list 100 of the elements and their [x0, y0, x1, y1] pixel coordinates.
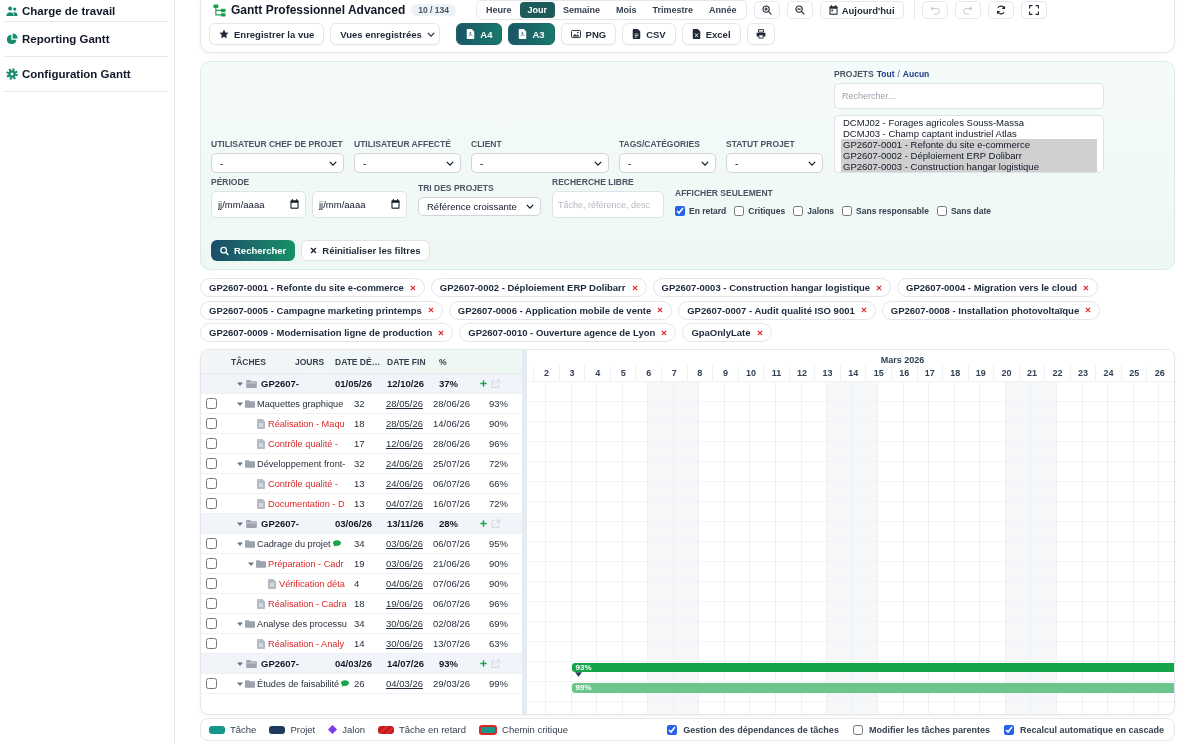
task-row[interactable]: Vérification déta 4 04/06/26 07/06/26 90%	[201, 574, 522, 594]
remove-icon[interactable]	[1083, 284, 1090, 291]
start-date-link[interactable]: 03/06/26	[386, 558, 423, 569]
checkbox[interactable]	[734, 206, 745, 216]
view-tab[interactable]: Jour	[519, 2, 556, 18]
project-option[interactable]: GP2607-0002 - Déploiement ERP Dolibarr	[841, 150, 1097, 161]
task-row[interactable]: Maquettes graphique 32 28/05/26 28/06/26 93%	[201, 394, 522, 414]
view-tab[interactable]: Mois	[608, 2, 645, 18]
splitter-handle[interactable]	[522, 350, 527, 714]
sidebar-link[interactable]: Charge de travail	[4, 0, 168, 22]
filter-chip[interactable]: GP2607-0007 - Audit qualité ISO 9001	[678, 300, 876, 320]
row-checkbox[interactable]	[206, 538, 217, 549]
add-icon[interactable]	[480, 660, 487, 667]
project-row[interactable]: GP2607- 03/06/26 13/11/26 28%	[201, 514, 522, 534]
project-option[interactable]: DCMJ02 - Forages agricoles Souss-Massa	[841, 117, 1097, 128]
export-button[interactable]: PNG	[560, 23, 617, 45]
sidebar-link[interactable]: Configuration Gantt	[4, 57, 168, 92]
task-row[interactable]: Préparation - Cadr 19 03/06/26 21/06/26 90%	[201, 554, 522, 574]
start-date-link[interactable]: 28/05/26	[386, 418, 423, 429]
row-checkbox[interactable]	[206, 598, 217, 609]
view-tab[interactable]: Trimestre	[644, 2, 702, 18]
task-row[interactable]: Cadrage du projet 34 03/06/26 06/07/26 95%	[201, 534, 522, 554]
row-checkbox[interactable]	[206, 558, 217, 569]
row-checkbox[interactable]	[206, 498, 217, 509]
project-listbox[interactable]	[834, 115, 1104, 173]
task-row[interactable]: Contrôle qualité - 17 12/06/26 28/06/26 96%	[201, 434, 522, 454]
sort-dropdown[interactable]: Référence croissante	[418, 197, 541, 216]
task-row[interactable]: Réalisation - Cadra 18 19/06/26 06/07/26 96%	[201, 594, 522, 614]
remove-icon[interactable]	[631, 284, 638, 291]
date-field[interactable]: jj/mm/aaaa	[211, 191, 306, 218]
task-row[interactable]: Documentation - D 13 04/07/26 16/07/26 72%	[201, 494, 522, 514]
refresh-button[interactable]	[987, 1, 1014, 19]
filter-chip[interactable]: GpaOnlyLate	[682, 323, 772, 342]
filter-chip[interactable]: GP2607-0004 - Migration vers le cloud	[897, 278, 1099, 297]
filter-dropdown[interactable]: -	[211, 153, 344, 173]
fullscreen-button[interactable]	[1020, 1, 1047, 19]
add-icon[interactable]	[480, 520, 487, 527]
reset-filters-button[interactable]: Réinitialiser les filtres	[301, 240, 430, 261]
select-all-link[interactable]: Tout	[876, 69, 895, 79]
start-date-link[interactable]: 04/06/26	[386, 578, 423, 589]
filter-chip[interactable]: GP2607-0005 - Campagne marketing printemps	[200, 300, 443, 320]
filter-chip[interactable]: GP2607-0001 - Refonte du site e-commerce	[200, 278, 425, 297]
start-date-link[interactable]: 04/07/26	[386, 498, 423, 509]
remove-icon[interactable]	[1085, 307, 1092, 313]
remove-icon[interactable]	[409, 284, 416, 291]
checkbox[interactable]	[1003, 724, 1014, 735]
remove-icon[interactable]	[876, 284, 883, 291]
export-button[interactable]: Excel	[681, 23, 741, 45]
search-button[interactable]: Rechercher	[211, 240, 296, 261]
row-checkbox[interactable]	[206, 578, 217, 589]
select-none-link[interactable]: Aucun	[902, 69, 930, 79]
filter-chip[interactable]: GP2607-0006 - Application mobile de vente	[448, 300, 673, 320]
start-date-link[interactable]: 24/06/26	[386, 478, 423, 489]
task-row[interactable]: Contrôle qualité - 13 24/06/26 06/07/26 66%	[201, 474, 522, 494]
view-tab[interactable]: Heure	[478, 2, 520, 18]
filter-dropdown[interactable]: -	[354, 153, 461, 173]
start-date-link[interactable]: 03/06/26	[386, 538, 423, 549]
row-checkbox[interactable]	[206, 638, 217, 649]
project-search-field[interactable]: Rechercher...	[834, 83, 1104, 109]
export-button[interactable]: A4	[456, 23, 503, 45]
start-date-link[interactable]: 12/06/26	[386, 438, 423, 449]
project-option[interactable]: DCMJ03 - Champ captant industriel Atlas	[841, 128, 1097, 139]
filter-dropdown[interactable]: -	[619, 153, 716, 173]
filter-chip[interactable]: GP2607-0010 - Ouverture agence de Lyon	[459, 323, 677, 342]
zoom-out-button[interactable]	[786, 1, 813, 19]
print-button[interactable]	[746, 23, 775, 45]
export-button[interactable]: A3	[508, 23, 555, 45]
row-checkbox[interactable]	[206, 398, 217, 409]
filter-chip[interactable]: GP2607-0009 - Modernisation ligne de production	[200, 323, 454, 342]
remove-icon[interactable]	[661, 329, 668, 336]
row-checkbox[interactable]	[206, 478, 217, 489]
start-date-link[interactable]: 28/05/26	[386, 398, 423, 409]
remove-icon[interactable]	[438, 329, 445, 336]
filter-dropdown[interactable]: -	[471, 153, 609, 173]
row-checkbox[interactable]	[206, 678, 217, 689]
project-option[interactable]: GP2607-0001 - Refonte du site e-commerce	[841, 139, 1097, 150]
add-icon[interactable]	[480, 380, 487, 387]
saved-views-dropdown[interactable]: Vues enregistrées	[330, 23, 441, 45]
project-option[interactable]: GP2607-0003 - Construction hangar logistique	[841, 161, 1097, 172]
start-date-link[interactable]: 30/06/26	[386, 638, 423, 649]
checkbox[interactable]	[793, 206, 804, 216]
checkbox[interactable]	[842, 206, 853, 216]
start-date-link[interactable]: 24/06/26	[386, 458, 423, 469]
search-field[interactable]: Tâche, référence, desc	[552, 191, 664, 218]
filter-dropdown[interactable]: -	[726, 153, 823, 173]
row-checkbox[interactable]	[206, 458, 217, 469]
task-row[interactable]: Développement front- 32 24/06/26 25/07/26 72%	[201, 454, 522, 474]
zoom-in-button[interactable]	[753, 1, 780, 19]
checkbox[interactable]	[667, 724, 678, 735]
filter-chip[interactable]: GP2607-0003 - Construction hangar logistique	[652, 278, 892, 297]
view-tab[interactable]: Semaine	[555, 2, 609, 18]
project-row[interactable]: GP2607- 04/03/26 14/07/26 93%	[201, 654, 522, 674]
task-row[interactable]: Études de faisabilité 26 04/03/26 29/03/26 99%	[201, 674, 522, 694]
remove-icon[interactable]	[657, 307, 664, 313]
sidebar-link[interactable]: Reporting Gantt	[4, 22, 168, 57]
save-view-button[interactable]: Enregistrer la vue	[209, 23, 325, 45]
task-row[interactable]: Réalisation - Analy 14 30/06/26 13/07/26 63%	[201, 634, 522, 654]
calendar-icon[interactable]	[290, 199, 299, 209]
row-checkbox[interactable]	[206, 418, 217, 429]
row-checkbox[interactable]	[206, 438, 217, 449]
